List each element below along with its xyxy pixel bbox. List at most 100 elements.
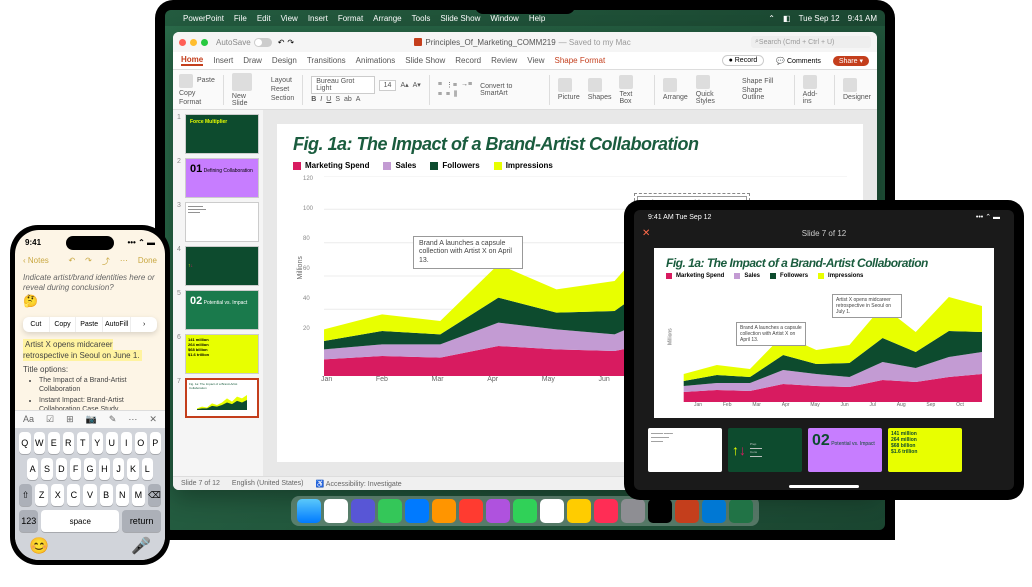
dock-settings[interactable] [621,499,645,523]
menu-window[interactable]: Window [490,14,518,23]
wifi-icon[interactable]: ⌃ [768,14,775,23]
font-select[interactable]: Bureau Grot Light [311,76,374,94]
key-X[interactable]: X [51,484,64,506]
shape-fill-button[interactable]: Shape Fill [742,78,786,85]
align-center-icon[interactable]: ≡ [446,91,450,98]
maximize-icon[interactable] [201,39,208,46]
tab-home[interactable]: Home [181,55,203,66]
key-O[interactable]: O [135,432,147,454]
tab-draw[interactable]: Draw [243,56,262,65]
undo-icon[interactable]: ↶ [278,38,285,47]
shape-outline-button[interactable]: Shape Outline [742,87,786,101]
format-draw[interactable]: ✎ [109,414,117,425]
format-checklist[interactable]: ☑ [46,414,54,425]
dock-messages[interactable] [378,499,402,523]
callout-brand[interactable]: Brand A launches a capsule collection wi… [413,236,523,269]
search-input[interactable]: ⌕ Search (Cmd + Ctrl + U) [751,36,871,48]
redo-icon[interactable]: ↷ [85,256,92,267]
record-button[interactable]: ● Record [722,55,765,66]
key-T[interactable]: T [77,432,89,454]
convert-smartart[interactable]: Convert to SmartArt [480,83,541,97]
key-space[interactable]: space [41,510,119,532]
share-icon[interactable]: ⤴ [102,256,110,267]
columns-icon[interactable]: ⫼ [454,91,457,99]
dock-launchpad[interactable] [324,499,348,523]
ctx-more[interactable]: › [131,317,157,332]
dock-notes[interactable] [567,499,591,523]
close-icon[interactable]: ✕ [642,228,650,239]
close-icon[interactable] [179,39,186,46]
ipad-thumb-4[interactable]: ↑↓Prep▬▬▬▬Cons▬▬▬▬ [728,428,802,472]
new-slide-icon[interactable] [232,73,252,91]
back-button[interactable]: ‹ Notes [23,256,49,267]
key-return[interactable]: return [122,510,161,532]
strike-icon[interactable]: S [335,96,340,103]
key-D[interactable]: D [56,458,67,480]
menu-slideshow[interactable]: Slide Show [440,14,480,23]
ipad-thumb-6[interactable]: 141 million264 million$68 billion$1.6 tr… [888,428,962,472]
tab-design[interactable]: Design [272,56,297,65]
key-I[interactable]: I [121,432,133,454]
key-⌫[interactable]: ⌫ [148,484,161,506]
layout-button[interactable]: Layout [271,77,294,84]
font-color-icon[interactable]: A [356,96,361,103]
dock-mail[interactable] [405,499,429,523]
dock-app1[interactable] [351,499,375,523]
reset-button[interactable]: Reset [271,86,294,93]
section-button[interactable]: Section [271,95,294,102]
mic-key[interactable]: 🎤 [131,536,151,556]
menu-format[interactable]: Format [338,14,363,23]
key-W[interactable]: W [34,432,46,454]
menubar-clock[interactable]: 9:41 AM [848,14,877,23]
status-lang[interactable]: English (United States) [232,480,304,487]
tab-view[interactable]: View [527,56,544,65]
slide-title[interactable]: Fig. 1a: The Impact of a Brand-Artist Co… [293,134,847,155]
dock-calendar[interactable] [540,499,564,523]
format-more[interactable]: ⋯ [128,414,137,425]
emoji-key[interactable]: 😊 [29,536,49,556]
addins-icon[interactable] [803,75,817,89]
notes-text[interactable]: Artist X opens midcareer retrospective i… [15,336,165,420]
key-S[interactable]: S [41,458,52,480]
done-button[interactable]: Done [138,256,157,267]
align-left-icon[interactable]: ≡ [438,91,442,98]
underline-icon[interactable]: U [326,96,331,103]
key-Y[interactable]: Y [92,432,104,454]
copy-button[interactable]: Copy [179,90,195,97]
key-F[interactable]: F [70,458,81,480]
thumb-3[interactable]: 3▬▬▬▬▬▬▬▬▬▬▬▬▬▬▬ [177,202,259,242]
dock-excel[interactable] [729,499,753,523]
dock-app3[interactable] [459,499,483,523]
dock-tv[interactable] [648,499,672,523]
key-Q[interactable]: Q [19,432,31,454]
key-⇧[interactable]: ⇧ [19,484,32,506]
menubar-date[interactable]: Tue Sep 12 [799,14,840,23]
thumb-1[interactable]: 1Force Multiplier [177,114,259,154]
key-M[interactable]: M [132,484,145,506]
menu-help[interactable]: Help [529,14,545,23]
autosave-toggle[interactable] [254,38,272,47]
key-P[interactable]: P [150,432,162,454]
redo-icon[interactable]: ↷ [287,38,294,47]
font-size[interactable]: 14 [379,80,397,91]
tab-slideshow[interactable]: Slide Show [405,56,445,65]
undo-icon[interactable]: ↶ [68,256,75,267]
italic-icon[interactable]: I [320,96,322,103]
key-R[interactable]: R [63,432,75,454]
format-aa[interactable]: Aa [23,414,34,425]
key-K[interactable]: K [127,458,138,480]
thumb-2[interactable]: 201 Defining Collaboration [177,158,259,198]
key-L[interactable]: L [142,458,153,480]
more-icon[interactable]: ⋯ [120,256,128,267]
tab-shapeformat[interactable]: Shape Format [555,56,606,65]
status-access[interactable]: ♿ Accessibility: Investigate [316,480,402,488]
bold-icon[interactable]: B [311,96,316,103]
ipad-thumb-3[interactable]: ▬▬▬▬ ▬▬▬▬▬▬▬▬▬▬▬▬▬ [648,428,722,472]
dock-finder[interactable] [297,499,321,523]
comments-button[interactable]: 💬 Comments [770,56,827,66]
key-U[interactable]: U [106,432,118,454]
paste-icon[interactable] [179,74,193,88]
key-Z[interactable]: Z [35,484,48,506]
key-A[interactable]: A [27,458,38,480]
shapes-icon[interactable] [588,78,602,92]
